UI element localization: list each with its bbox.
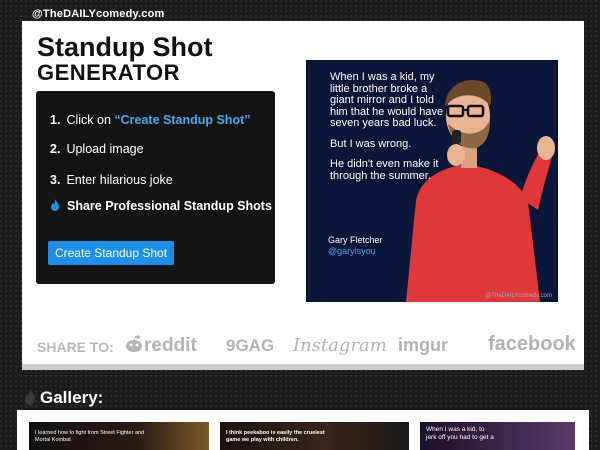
gallery-panel: I learned how to fight from Street Fight… — [17, 410, 589, 450]
share-reddit-button[interactable]: reddit — [124, 334, 197, 357]
step-1: 1. Click on “Create Standup Shot” — [50, 113, 251, 127]
step-2-number: 2. — [50, 142, 61, 156]
site-watermark: @TheDAILYcomedy.com — [32, 8, 165, 20]
step-3: 3. Enter hilarious joke — [50, 173, 173, 187]
joke-paragraph-3: He didn't even make it through the summe… — [330, 158, 439, 182]
gallery-thumb-3[interactable]: When I was a kid, to jerk off you had to… — [420, 422, 575, 450]
create-standup-shot-button[interactable]: Create Standup Shot — [48, 241, 174, 265]
reddit-icon — [126, 335, 142, 352]
card-divider — [22, 364, 584, 370]
step-1-text: Click on — [66, 113, 115, 127]
gallery-thumb-2-caption: I think peekaboo is easily the cruelest … — [226, 430, 325, 443]
gallery-thumb-1-caption: I learned how to fight from Street Fight… — [35, 430, 145, 443]
step-1-number: 1. — [50, 113, 61, 127]
flame-icon — [51, 199, 59, 211]
share-imgur-label: imgur — [398, 335, 449, 355]
create-standup-shot-link[interactable]: “Create Standup Shot” — [114, 113, 250, 127]
share-reddit-label: reddit — [144, 335, 197, 356]
share-9gag-button[interactable]: 9GAG — [226, 336, 274, 356]
share-facebook-label: facebook — [488, 333, 576, 355]
flame-icon — [25, 389, 35, 405]
instructions-panel: 1. Click on “Create Standup Shot” 2. Uploa… — [36, 91, 275, 284]
gallery-thumb-3-caption: When I was a kid, to jerk off you had to… — [426, 426, 494, 441]
example-standup-shot: When I was a kid, my little brother brok… — [306, 60, 558, 302]
share-imgur-button[interactable]: imgur — [398, 335, 448, 356]
step-2-text: Upload image — [66, 142, 144, 156]
share-9gag-label: 9GAG — [226, 336, 275, 355]
step-4: Share Professional Standup Shots — [50, 199, 272, 213]
generator-card: Standup Shot GENERATOR 1. Click on “Creat… — [22, 21, 584, 364]
page-title: Standup Shot — [37, 32, 213, 62]
share-instagram-button[interactable]: Instagram — [293, 335, 387, 356]
step-4-text: Share Professional Standup Shots — [67, 199, 272, 213]
comedian-name: Gary Fletcher — [328, 235, 383, 245]
step-2: 2. Upload image — [50, 142, 144, 156]
page-subtitle: GENERATOR — [37, 60, 181, 85]
share-instagram-label: Instagram — [293, 335, 387, 356]
step-3-text: Enter hilarious joke — [66, 173, 173, 187]
gallery-title: Gallery: — [40, 388, 104, 407]
gallery-thumb-2[interactable]: I think peekaboo is easily the cruelest … — [220, 422, 409, 450]
share-facebook-button[interactable]: facebook — [488, 333, 576, 356]
joke-paragraph-2: But I was wrong. — [330, 137, 412, 150]
shot-watermark: @TheDAILYcomedy.com — [485, 293, 552, 299]
joke-text: When I was a kid, my little brother brok… — [330, 71, 450, 191]
joke-paragraph-1: When I was a kid, my little brother brok… — [330, 71, 444, 129]
step-3-number: 3. — [50, 173, 61, 187]
gallery-thumb-1[interactable]: I learned how to fight from Street Fight… — [29, 422, 209, 450]
share-label: SHARE TO: — [37, 339, 114, 355]
share-row: SHARE TO: reddit 9GAG Instagram imgur fa… — [22, 331, 584, 361]
comedian-handle: @garyisyou — [328, 246, 376, 256]
